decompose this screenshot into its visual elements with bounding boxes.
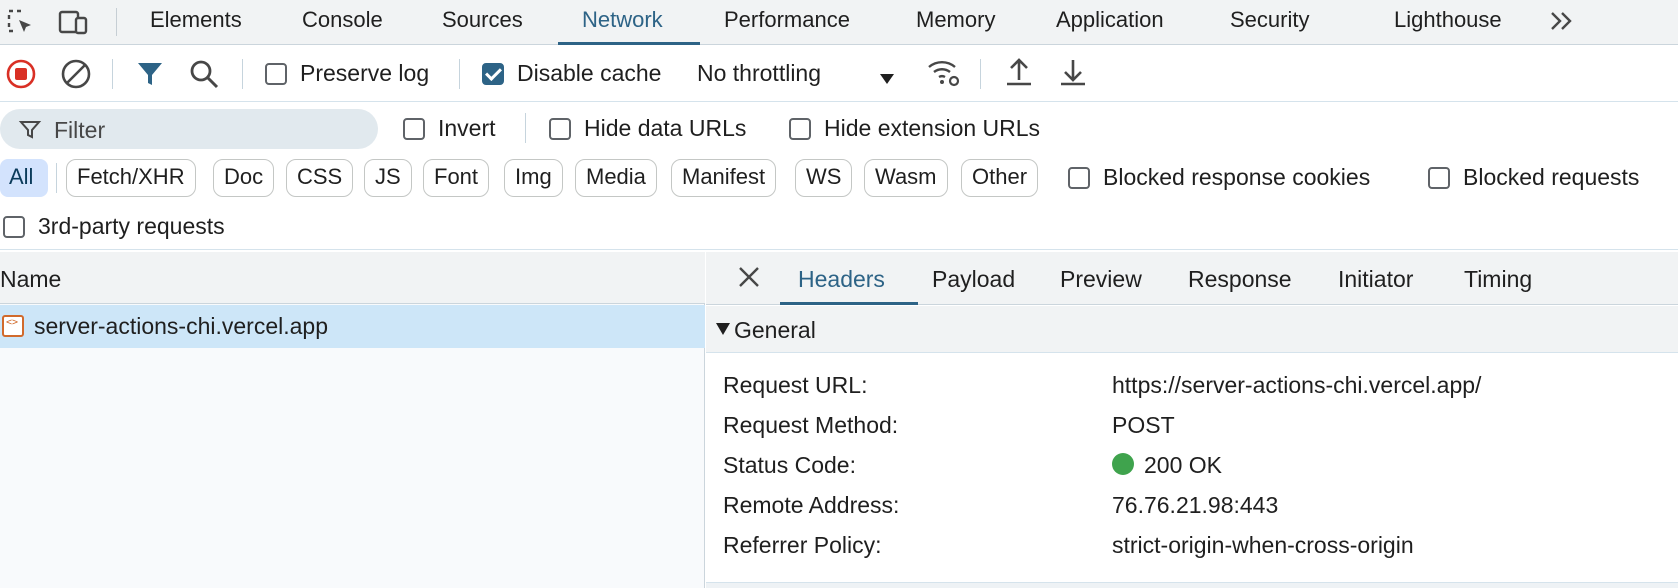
filter-input[interactable]: Filter	[0, 109, 378, 149]
tab-application[interactable]: Application	[1056, 0, 1164, 45]
request-url-key: Request URL:	[723, 372, 868, 398]
network-conditions-icon[interactable]	[926, 56, 962, 96]
record-stop-icon[interactable]	[5, 58, 37, 96]
request-list: Name server-actions-chi.vercel.app	[0, 252, 705, 588]
filter-funnel-icon[interactable]	[134, 58, 166, 96]
status-code-key: Status Code:	[723, 452, 856, 478]
blocked-requests-label: Blocked requests	[1463, 164, 1640, 190]
export-har-icon[interactable]	[1056, 56, 1090, 96]
type-filter-img[interactable]: Img	[504, 159, 563, 197]
toolbar-separator	[112, 59, 113, 89]
disable-cache-label: Disable cache	[517, 60, 662, 86]
tab-headers[interactable]: Headers	[798, 266, 885, 293]
invert-label: Invert	[438, 115, 496, 141]
type-filter-font[interactable]: Font	[423, 159, 490, 197]
toolbar-separator	[242, 59, 243, 89]
tab-payload[interactable]: Payload	[932, 266, 1015, 293]
third-party-checkbox[interactable]	[3, 216, 25, 238]
hide-data-urls-label: Hide data URLs	[584, 115, 747, 141]
tab-console[interactable]: Console	[302, 0, 383, 45]
request-details: Headers Payload Preview Response Initiat…	[706, 252, 1678, 588]
details-bottom-edge	[706, 582, 1678, 588]
type-filter-ws[interactable]: WS	[795, 159, 853, 197]
preserve-log-label: Preserve log	[300, 60, 430, 86]
blocked-requests-checkbox[interactable]	[1428, 167, 1450, 189]
type-filter-media[interactable]: Media	[575, 159, 657, 197]
remote-address-value: 76.76.21.98:443	[1112, 492, 1279, 518]
type-filter-wasm[interactable]: Wasm	[864, 159, 948, 197]
tab-initiator[interactable]: Initiator	[1338, 266, 1413, 293]
status-success-icon	[1112, 453, 1134, 475]
invert-checkbox[interactable]	[403, 118, 425, 140]
search-icon[interactable]	[188, 58, 220, 96]
referrer-policy-key: Referrer Policy:	[723, 532, 882, 558]
document-icon	[2, 315, 24, 337]
tab-timing[interactable]: Timing	[1464, 266, 1532, 293]
toolbar-separator	[980, 59, 981, 89]
type-separator	[56, 163, 57, 193]
referrer-policy-value: strict-origin-when-cross-origin	[1112, 532, 1414, 558]
toolbar-separator	[459, 59, 460, 89]
preserve-log-checkbox[interactable]	[265, 63, 287, 85]
general-section-title: General	[734, 317, 816, 343]
active-tab-indicator	[558, 42, 700, 45]
type-filter-all[interactable]: All	[0, 159, 48, 197]
active-details-tab-indicator	[780, 302, 918, 305]
type-filter-css[interactable]: CSS	[286, 159, 354, 197]
type-filter-other[interactable]: Other	[961, 159, 1039, 197]
throttling-select[interactable]: No throttling	[697, 60, 821, 87]
tab-lighthouse[interactable]: Lighthouse	[1394, 0, 1502, 45]
blocked-cookies-checkbox[interactable]	[1068, 167, 1090, 189]
tab-elements[interactable]: Elements	[150, 0, 242, 45]
filter-separator	[525, 113, 526, 143]
more-tabs-icon[interactable]	[1546, 5, 1580, 39]
tab-memory[interactable]: Memory	[916, 0, 995, 45]
hide-extension-urls-checkbox[interactable]	[789, 118, 811, 140]
type-filter-fetch-xhr[interactable]: Fetch/XHR	[66, 159, 196, 197]
hide-extension-urls-label: Hide extension URLs	[824, 115, 1041, 141]
tab-security[interactable]: Security	[1230, 0, 1309, 45]
resource-type-filter: All Fetch/XHR Doc CSS JS Font Img Media …	[0, 155, 1678, 203]
request-method-value: POST	[1112, 412, 1175, 438]
general-section-header[interactable]: General	[706, 306, 1678, 353]
network-toolbar: Preserve log Disable cache No throttling	[0, 46, 1678, 102]
filter-icon	[18, 118, 42, 148]
type-filter-manifest[interactable]: Manifest	[671, 159, 777, 197]
table-row[interactable]: server-actions-chi.vercel.app	[0, 305, 705, 348]
close-icon[interactable]	[734, 262, 764, 292]
status-code-value: 200 OK	[1144, 452, 1222, 478]
filter-placeholder: Filter	[54, 117, 106, 143]
details-tab-bar: Headers Payload Preview Response Initiat…	[706, 252, 1678, 305]
devtools-tab-bar: Elements Console Sources Network Perform…	[0, 0, 1678, 45]
tab-sources[interactable]: Sources	[442, 0, 523, 45]
filter-row: Filter Invert Hide data URLs Hide extens…	[0, 103, 1678, 155]
tab-performance[interactable]: Performance	[724, 0, 850, 45]
tab-response[interactable]: Response	[1188, 266, 1292, 293]
type-filter-js[interactable]: JS	[364, 159, 412, 197]
disable-cache-checkbox[interactable]	[482, 63, 504, 85]
tab-network[interactable]: Network	[582, 0, 663, 45]
import-har-icon[interactable]	[1002, 56, 1036, 96]
tab-preview[interactable]: Preview	[1060, 266, 1142, 293]
name-column-label: Name	[0, 266, 62, 292]
third-party-row: 3rd-party requests	[0, 205, 1678, 250]
hide-data-urls-checkbox[interactable]	[549, 118, 571, 140]
triangle-down-icon	[716, 323, 730, 335]
device-toolbar-icon[interactable]	[56, 6, 90, 40]
request-method-key: Request Method:	[723, 412, 899, 438]
remote-address-key: Remote Address:	[723, 492, 900, 518]
blocked-cookies-label: Blocked response cookies	[1103, 164, 1371, 190]
request-name: server-actions-chi.vercel.app	[34, 313, 329, 339]
type-filter-doc[interactable]: Doc	[213, 159, 275, 197]
element-picker-icon[interactable]	[4, 6, 38, 40]
tabbar-separator	[116, 8, 117, 36]
request-url-value: https://server-actions-chi.vercel.app/	[1112, 372, 1482, 398]
chevron-down-icon[interactable]	[878, 66, 896, 92]
clear-icon[interactable]	[60, 58, 92, 96]
name-column-header[interactable]: Name	[0, 252, 705, 304]
third-party-label: 3rd-party requests	[38, 213, 225, 239]
